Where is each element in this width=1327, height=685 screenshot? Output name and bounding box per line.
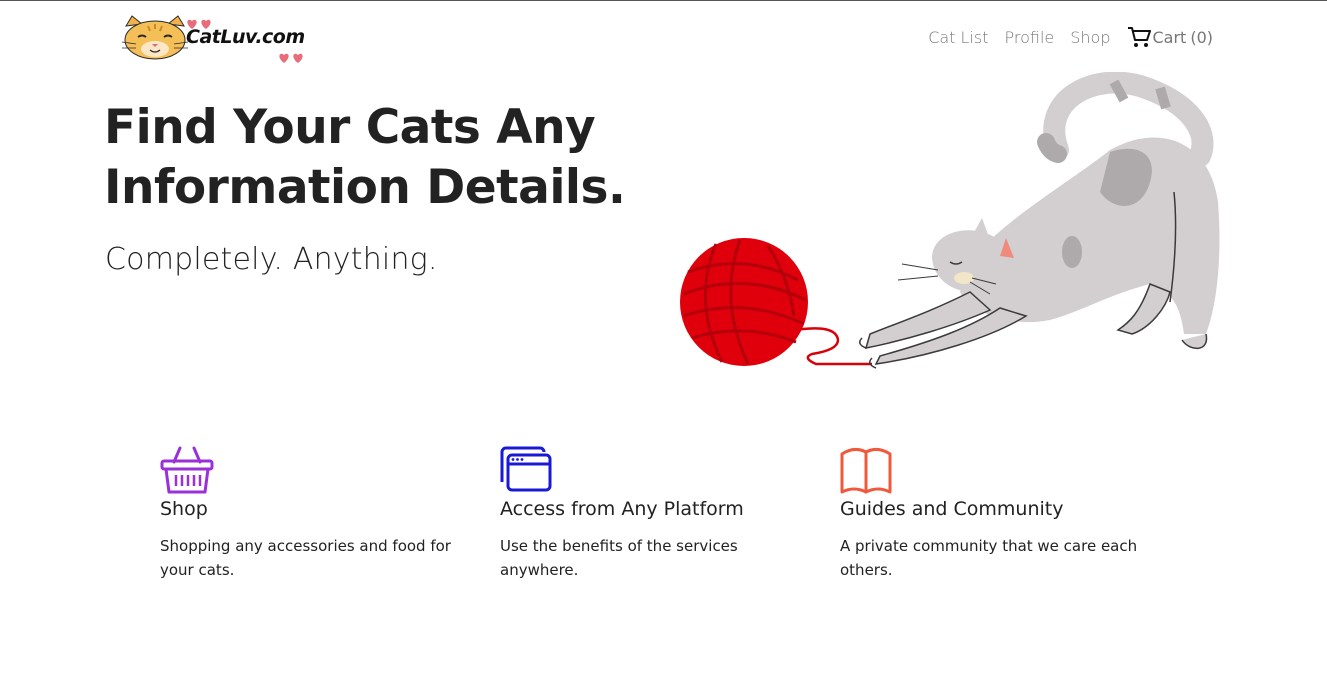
- hero-title: Find Your Cats Any Information Details.: [104, 98, 664, 218]
- top-border: [0, 0, 1327, 1]
- nav-link-cat-list[interactable]: Cat List: [928, 28, 988, 47]
- feature-description: A private community that we care each ot…: [840, 537, 1138, 579]
- cart-label: Cart: [1152, 27, 1187, 47]
- cat-with-yarn-illustration: [680, 72, 1220, 369]
- feature-description: Shopping any accessories and food for yo…: [160, 537, 451, 579]
- cat-face-icon: [121, 15, 189, 60]
- stretching-cat: [859, 72, 1220, 369]
- feature-description: Use the benefits of the services anywher…: [500, 537, 738, 579]
- open-book-icon: [840, 447, 892, 494]
- cart-count: (0): [1190, 27, 1213, 47]
- nav-link-profile[interactable]: Profile: [1005, 28, 1055, 47]
- feature-title: Shop: [160, 498, 208, 520]
- feature-title: Guides and Community: [840, 498, 1064, 520]
- shopping-basket-icon: [160, 446, 214, 494]
- hero-title-line-2: Information Details.: [104, 160, 626, 215]
- hearts-icon: [279, 53, 303, 63]
- hero-title-line-1: Find Your Cats Any: [104, 100, 596, 155]
- feature-access-platform: Access from Any Platform Use the benefit…: [500, 446, 820, 582]
- nav-link-cart[interactable]: Cart (0): [1127, 26, 1213, 48]
- shopping-cart-icon: [1127, 27, 1151, 47]
- brand-logo[interactable]: CatLuv.com: [120, 14, 320, 66]
- browser-window-icon: [500, 446, 552, 492]
- yarn-ball: [680, 238, 872, 366]
- feature-shop: Shop Shopping any accessories and food f…: [160, 446, 480, 582]
- nav-link-shop[interactable]: Shop: [1070, 28, 1110, 47]
- main-nav: Cat List Profile Shop Cart (0): [912, 26, 1213, 48]
- brand-name: CatLuv.com: [186, 26, 305, 48]
- feature-title: Access from Any Platform: [500, 498, 744, 520]
- feature-guides-community: Guides and Community A private community…: [840, 446, 1160, 582]
- hero-subtitle: Completely. Anything.: [105, 242, 438, 277]
